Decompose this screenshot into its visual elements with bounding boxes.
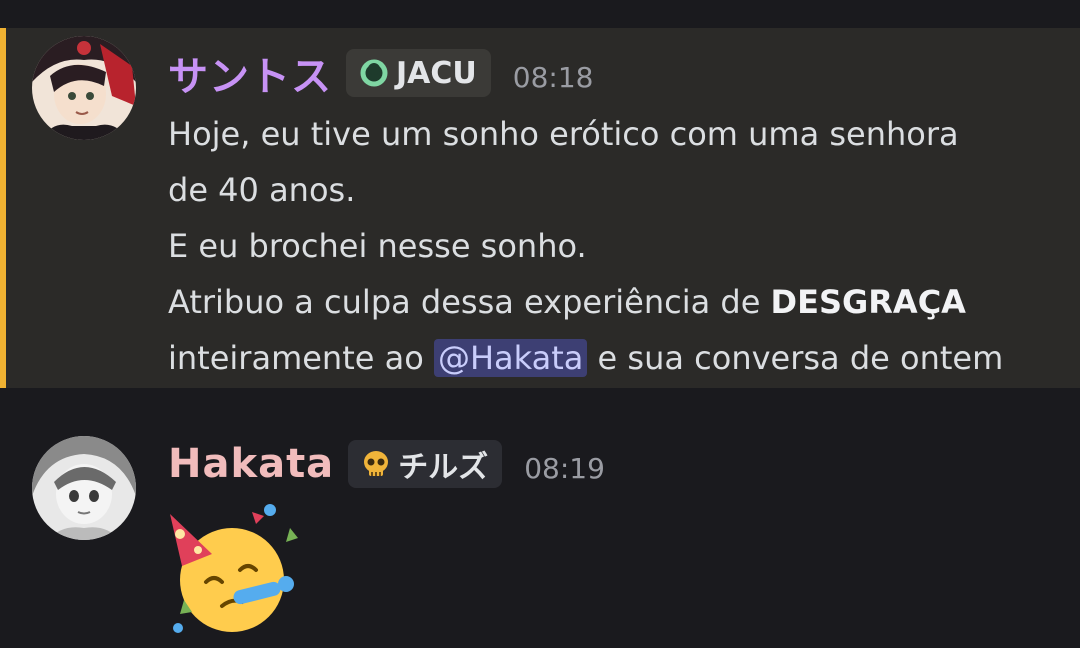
bold-text: DESGRAÇA [770,283,966,321]
line-text: e sua conversa de ontem [587,339,1004,377]
user-mention[interactable]: @Hakata [433,339,588,377]
partying-face-icon[interactable] [168,504,300,636]
message-line: Atribuo a culpa dessa experiência de DES… [168,274,1080,330]
line-text: Atribuo a culpa dessa experiência de [168,283,771,321]
message-line: inteiramente ao @Hakata e sua conversa d… [168,330,1080,386]
timestamp[interactable]: 08:18 [513,53,594,94]
message-header: Hakata チルズ 08:19 [168,432,1080,496]
timestamp[interactable]: 08:19 [524,444,605,485]
username[interactable]: サントス [168,44,332,102]
top-strip [0,0,1080,28]
avatar[interactable] [32,36,136,140]
message-line: E eu brochei nesse sonho. [168,227,587,265]
message-header: サントス JACU 08:18 [168,28,1080,106]
tag-label: チルズ [398,450,489,485]
message-line: de 40 anos. [168,171,356,209]
message-santos[interactable]: サントス JACU 08:18 Hoje, eu tive um sonho e… [0,28,1080,388]
username[interactable]: Hakata [168,441,334,487]
guild-tag[interactable]: チルズ [348,440,503,488]
tag-label: JACU [396,55,477,91]
guild-tag[interactable]: JACU [346,49,491,97]
message-hakata[interactable]: Hakata チルズ 08:19 [0,388,1080,640]
avatar[interactable] [32,436,136,540]
skull-icon [364,451,389,476]
line-text: inteiramente ao [168,339,434,377]
message-line: Hoje, eu tive um sonho erótico com uma s… [168,115,959,153]
green-ring-icon [360,59,388,87]
